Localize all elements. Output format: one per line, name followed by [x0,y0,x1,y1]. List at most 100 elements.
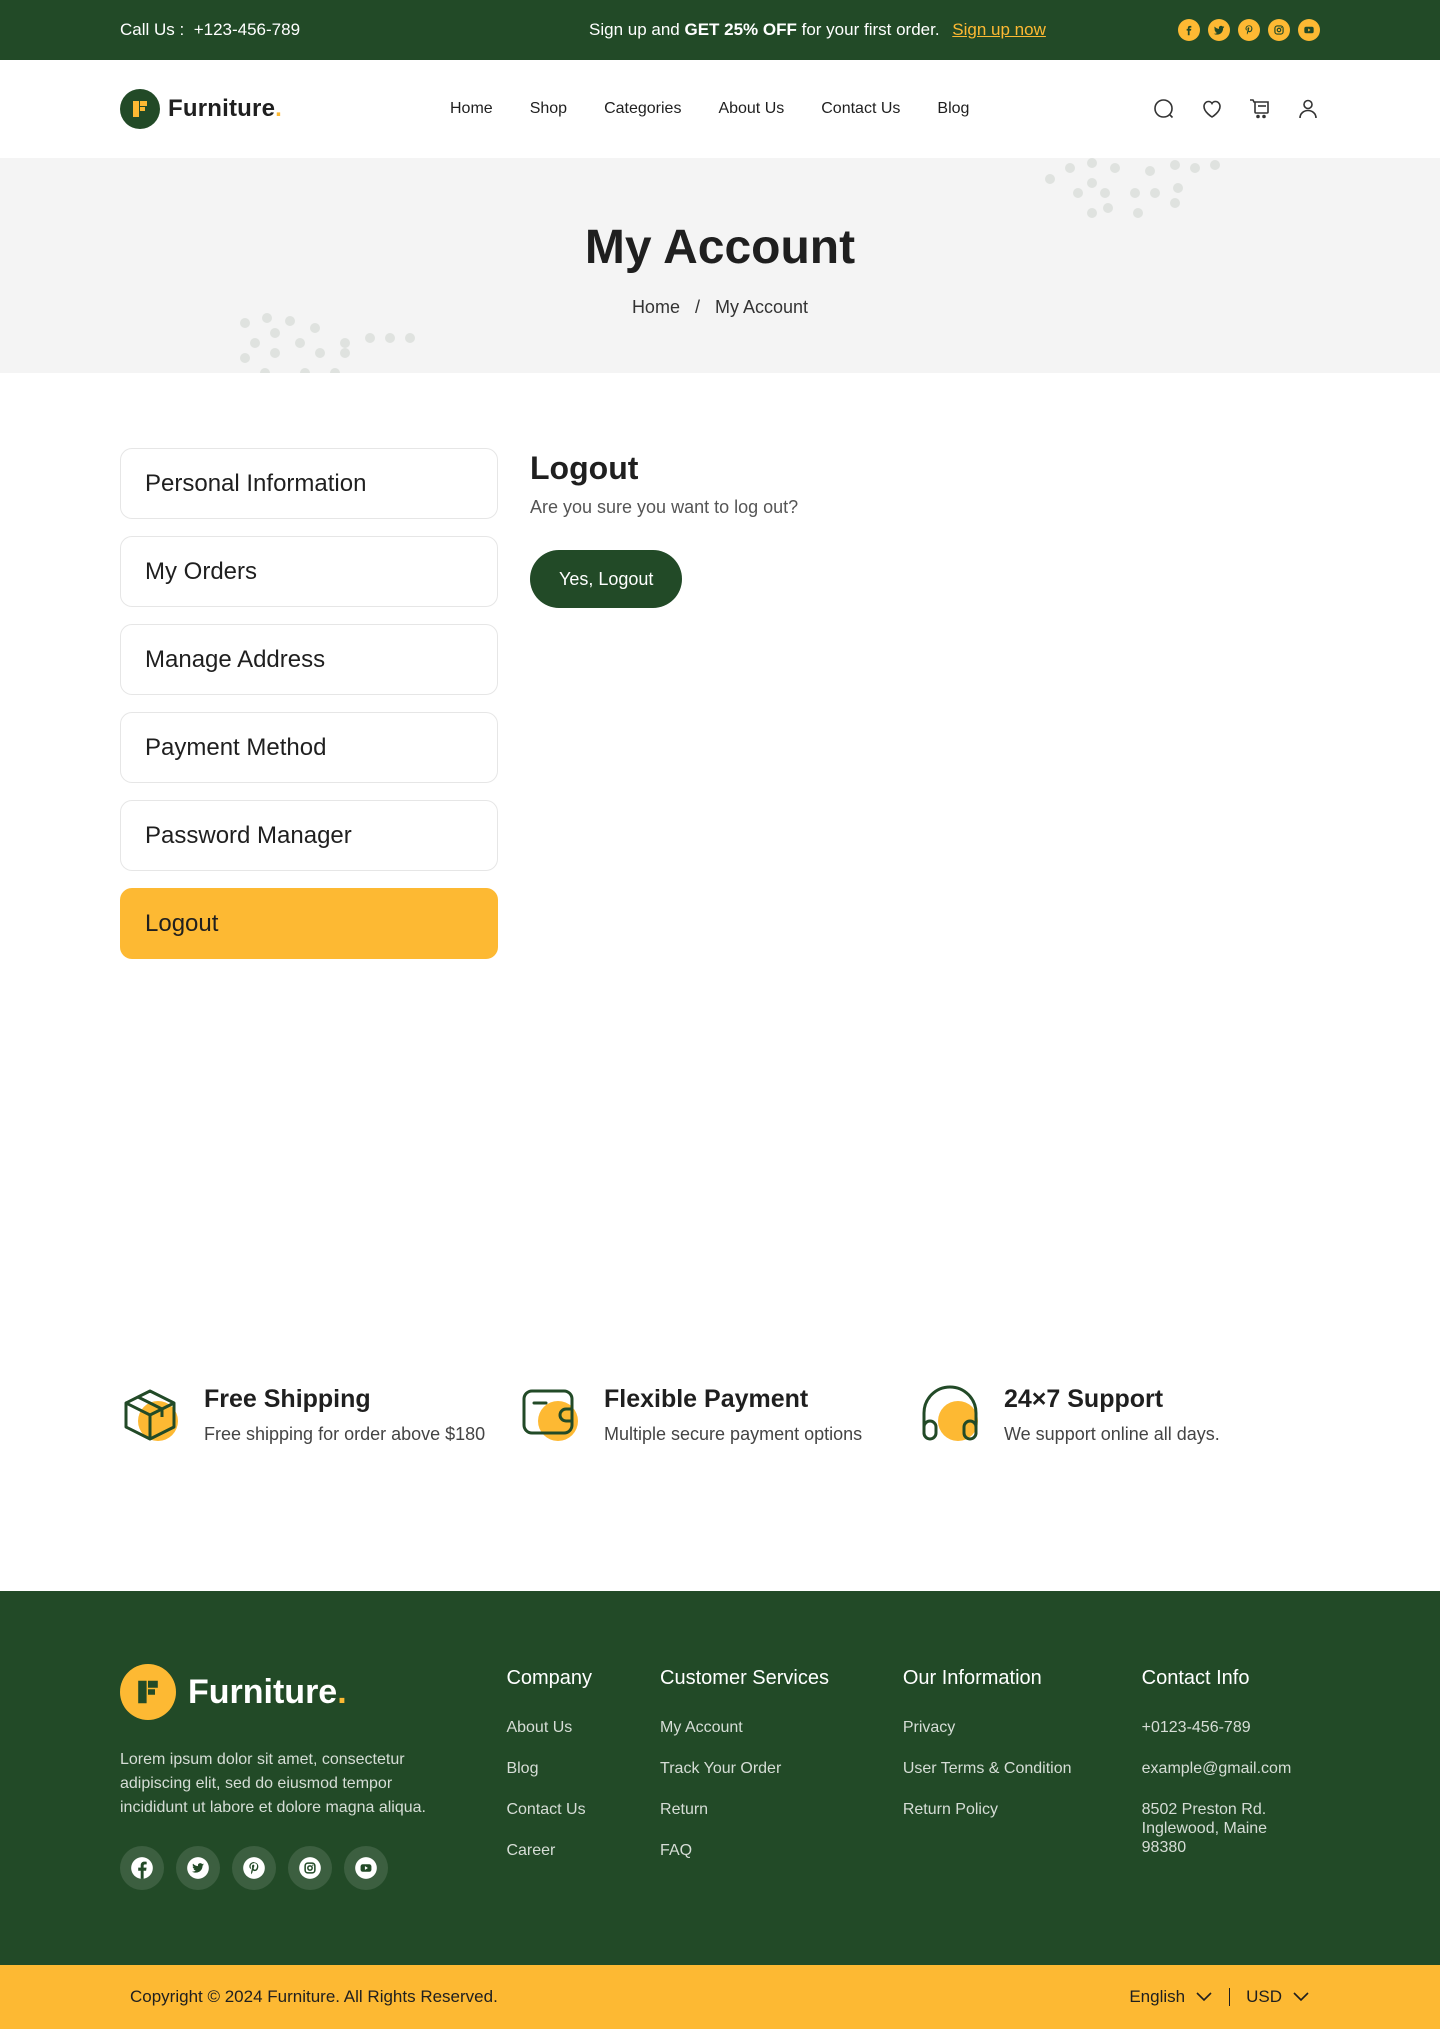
footer-link-about-us[interactable]: About Us [506,1719,572,1736]
feature-title: Free Shipping [204,1385,371,1413]
footer-contact-email[interactable]: example@gmail.com [1142,1760,1292,1777]
decor-dot [1170,160,1180,170]
currency-select[interactable]: USD [1246,1987,1310,2007]
footer-link-blog[interactable]: Blog [506,1760,538,1777]
decor-dot [1065,163,1075,173]
twitter-icon[interactable] [176,1846,220,1890]
headphones-icon [920,1383,982,1445]
feature-free-shipping: Free Shipping Free shipping for order ab… [120,1383,520,1445]
promo-prefix: Sign up and [589,20,685,39]
promo-bold: GET 25% OFF [684,20,797,39]
footer-link-return-policy[interactable]: Return Policy [903,1801,998,1818]
page-hero: My Account Home / My Account [0,158,1440,373]
nav-contact-us[interactable]: Contact Us [821,100,900,118]
youtube-icon[interactable] [344,1846,388,1890]
logo[interactable]: Furniture. [120,89,450,129]
pinterest-icon[interactable] [1238,19,1260,41]
nav-categories[interactable]: Categories [604,100,681,118]
footer-contact-phone[interactable]: +0123-456-789 [1142,1719,1251,1736]
sidebar-item-my-orders[interactable]: My Orders [120,536,498,607]
bottom-bar: Copyright © 2024 Furniture. All Rights R… [0,1965,1440,2029]
facebook-icon[interactable] [1178,19,1200,41]
decor-dot [270,348,280,358]
decor-dot [365,333,375,343]
decor-dot [1150,188,1160,198]
footer-contact-address: 8502 Preston Rd. Inglewood, Maine 98380 [1141,1801,1268,1856]
footer-col-title: Our Information [902,1667,1042,1689]
nav-blog[interactable]: Blog [937,100,969,118]
sidebar-item-logout[interactable]: Logout [120,888,498,959]
nav-shop[interactable]: Shop [530,100,567,118]
pinterest-icon[interactable] [232,1846,276,1890]
decor-dot [1110,163,1120,173]
promo-banner: Sign up and GET 25% OFF for your first o… [470,20,1178,40]
logo-mark-icon [120,1664,176,1720]
decor-dot [1170,198,1180,208]
footer-link-contact-us[interactable]: Contact Us [506,1801,585,1818]
selector-divider [1229,1988,1231,2006]
decor-dot [405,333,415,343]
user-icon[interactable] [1296,97,1320,121]
nav-home[interactable]: Home [450,100,493,118]
decor-dot [1087,178,1097,188]
decor-dot [1087,208,1097,218]
footer-link-my-account[interactable]: My Account [660,1719,743,1736]
nav-about-us[interactable]: About Us [718,100,784,118]
twitter-icon[interactable] [1208,19,1230,41]
decor-dot [1173,183,1183,193]
cart-icon[interactable] [1248,97,1272,121]
decor-dot [295,338,305,348]
top-bar: Call Us : +123-456-789 Sign up and GET 2… [0,0,1440,60]
footer-col-company: Company About Us Blog Contact Us Career [506,1664,660,1890]
logout-question: Are you sure you want to log out? [530,497,799,517]
decor-dot [330,368,340,373]
footer-logo[interactable]: Furniture. [120,1664,506,1720]
decor-dots-right [1045,158,1225,228]
decor-dot [285,316,295,326]
heart-icon[interactable] [1200,97,1224,121]
sidebar-item-payment-method[interactable]: Payment Method [120,712,498,783]
decor-dot [310,323,320,333]
locale-selectors: English USD [1129,1987,1310,2007]
decor-dot [1130,188,1140,198]
logout-panel: Logout Are you sure you want to log out?… [530,448,798,959]
decor-dot [240,318,250,328]
footer-link-privacy[interactable]: Privacy [903,1719,955,1736]
footer-link-faq[interactable]: FAQ [660,1842,692,1859]
footer-link-return[interactable]: Return [660,1801,708,1818]
footer-link-career[interactable]: Career [506,1842,555,1859]
decor-dot [240,353,250,363]
footer-col-title: Contact Info [1141,1667,1250,1689]
sidebar-item-password-manager[interactable]: Password Manager [120,800,498,871]
footer-col-information: Our Information Privacy User Terms & Con… [903,1664,1142,1890]
feature-desc: Free shipping for order above $180 [204,1424,486,1444]
feature-title: Flexible Payment [604,1385,809,1413]
instagram-icon[interactable] [1268,19,1290,41]
language-select[interactable]: English [1129,1987,1213,2007]
signup-link[interactable]: Sign up now [952,20,1046,39]
promo-suffix: for your first order. [796,20,940,39]
decor-dot [270,328,280,338]
decor-dot [300,368,310,373]
youtube-icon[interactable] [1298,19,1320,41]
decor-dot [1045,174,1055,184]
search-icon[interactable] [1152,97,1176,121]
sidebar-item-manage-address[interactable]: Manage Address [120,624,498,695]
sidebar-item-personal-information[interactable]: Personal Information [120,448,498,519]
chevron-down-icon [1293,1992,1309,2002]
facebook-icon[interactable] [120,1846,164,1890]
call-phone[interactable]: +123-456-789 [194,20,300,39]
breadcrumb-home[interactable]: Home [632,297,680,317]
top-social-links [1178,19,1320,41]
box-icon [120,1383,182,1445]
breadcrumb-separator: / [694,297,700,317]
decor-dot [1133,208,1143,218]
confirm-logout-button[interactable]: Yes, Logout [530,550,683,608]
footer-link-track-order[interactable]: Track Your Order [660,1760,781,1777]
feature-flexible-payment: Flexible Payment Multiple secure payment… [520,1383,920,1445]
footer-col-contact: Contact Info +0123-456-789 example@gmail… [1142,1664,1320,1890]
footer-description: Lorem ipsum dolor sit amet, consectetur … [120,1751,426,1816]
call-label: Call Us : [120,20,185,39]
footer-link-terms[interactable]: User Terms & Condition [903,1760,1072,1777]
instagram-icon[interactable] [288,1846,332,1890]
